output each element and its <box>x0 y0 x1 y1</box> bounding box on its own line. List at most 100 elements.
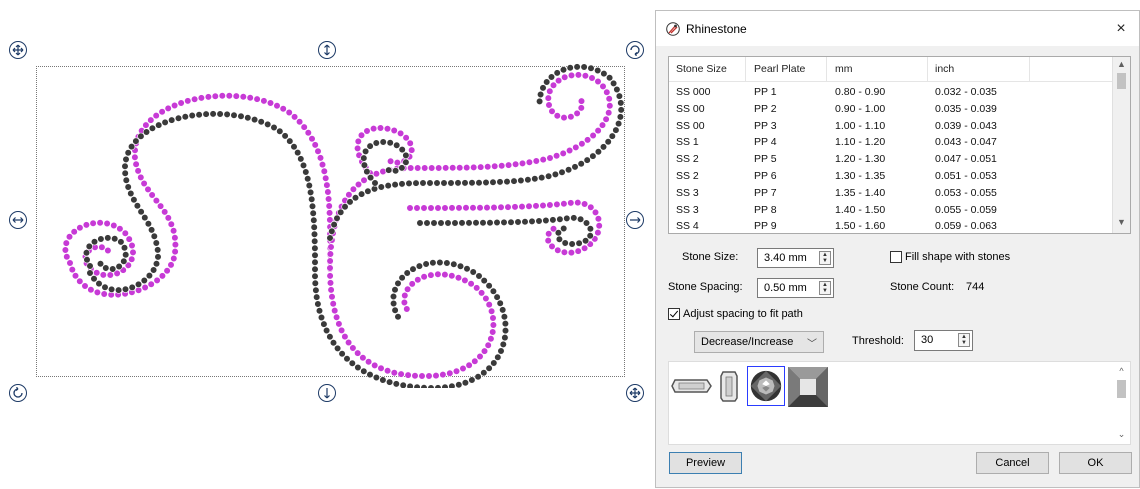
rhinestone <box>244 114 252 122</box>
rhinestone <box>164 104 172 113</box>
ok-button[interactable]: OK <box>1059 452 1132 474</box>
scroll-thumb[interactable] <box>1117 380 1126 398</box>
cancel-button[interactable]: Cancel <box>976 452 1049 474</box>
table-row[interactable]: SS 3 PP 7 1.35 - 1.40 0.053 - 0.055 <box>669 186 1114 203</box>
rotate-handle-bottom-left[interactable] <box>9 384 27 402</box>
baguette-stone-icon[interactable] <box>671 370 713 402</box>
rhinestone <box>434 204 442 212</box>
rhinestone <box>467 280 475 288</box>
rhinestone <box>429 259 437 267</box>
table-row[interactable]: SS 00 PP 2 0.90 - 1.00 0.035 - 0.039 <box>669 102 1114 119</box>
fill-shape-label[interactable]: Fill shape with stones <box>905 251 1010 263</box>
resize-handle-left[interactable] <box>9 211 27 229</box>
rotate-handle-top-right[interactable] <box>626 41 644 59</box>
adjust-spacing-checkbox[interactable] <box>668 308 680 320</box>
stone-size-value[interactable]: 3.40 mm <box>764 252 807 264</box>
spinner-arrows-icon[interactable]: ▲ ▼ <box>958 333 970 347</box>
rhinestone <box>311 244 319 252</box>
adjust-spacing-label[interactable]: Adjust spacing to fit path <box>683 308 803 320</box>
rhinestone <box>354 144 362 152</box>
table-row[interactable]: SS 1 PP 4 1.10 - 1.20 0.043 - 0.047 <box>669 135 1114 152</box>
rhinestone <box>337 208 345 216</box>
scroll-down-icon[interactable]: ▼ <box>1113 217 1130 231</box>
table-row[interactable]: SS 000 PP 1 0.80 - 0.90 0.032 - 0.035 <box>669 85 1114 102</box>
rhinestone <box>132 160 140 168</box>
rhinestone <box>484 163 492 171</box>
threshold-spinner[interactable]: 30 ▲ ▼ <box>914 330 973 351</box>
rhinestone <box>434 384 442 388</box>
stone-spacing-spinner[interactable]: 0.50 mm ▲ ▼ <box>757 278 834 298</box>
rhinestone <box>70 228 78 236</box>
square-stud-stone-icon[interactable] <box>787 366 829 408</box>
table-cell: PP 3 <box>754 119 777 132</box>
rhinestone <box>406 204 414 212</box>
rhinestone <box>455 204 463 212</box>
rhinestone <box>477 163 485 171</box>
rhinestone <box>499 340 507 349</box>
resize-handle-right[interactable] <box>626 211 644 229</box>
rhinestone <box>83 256 91 264</box>
tall-baguette-stone-icon[interactable] <box>717 370 741 402</box>
rhinestone <box>148 124 156 132</box>
move-handle-top-left[interactable] <box>9 41 27 59</box>
rhinestone <box>398 180 406 188</box>
column-header-inch[interactable]: inch <box>935 63 954 75</box>
scroll-up-icon[interactable]: ▲ <box>1113 59 1130 73</box>
rhinestone <box>521 218 529 226</box>
threshold-value[interactable]: 30 <box>921 334 933 346</box>
rhinestone <box>134 280 143 288</box>
rhinestone <box>87 286 95 294</box>
column-header-pearl-plate[interactable]: Pearl Plate <box>754 63 805 75</box>
preview-button[interactable]: Preview <box>669 452 742 474</box>
rhinestone-swirl-design[interactable] <box>30 58 630 388</box>
fill-shape-checkbox[interactable] <box>890 251 902 263</box>
rhinestone <box>561 239 569 247</box>
table-row[interactable]: SS 2 PP 5 1.20 - 1.30 0.047 - 0.051 <box>669 152 1114 169</box>
round-faceted-stone-selected[interactable] <box>747 366 785 406</box>
rhinestone <box>325 202 333 210</box>
move-handle-bottom-right[interactable] <box>626 384 644 402</box>
resize-handle-top[interactable] <box>318 41 336 59</box>
rhinestone <box>602 115 610 123</box>
table-scrollbar[interactable]: ▲ ▼ <box>1112 57 1130 233</box>
table-row[interactable]: SS 2 PP 6 1.30 - 1.35 0.051 - 0.053 <box>669 169 1114 186</box>
rhinestone <box>539 84 547 92</box>
scroll-down-icon[interactable]: ⌄ <box>1113 429 1130 440</box>
design-canvas[interactable] <box>0 0 655 489</box>
stone-spacing-value[interactable]: 0.50 mm <box>764 282 807 294</box>
rhinestone <box>459 364 467 373</box>
table-cell: 0.047 - 0.051 <box>935 153 997 166</box>
rhinestone <box>405 179 413 187</box>
rhinestone <box>348 359 356 367</box>
threshold-label: Threshold: <box>852 335 904 347</box>
rhinestone <box>587 203 595 211</box>
rhinestone <box>326 264 334 272</box>
stone-panel-scrollbar[interactable]: ^ ⌄ <box>1113 362 1130 444</box>
stone-size-table[interactable]: Stone Size Pearl Plate mm inch SS 000 PP … <box>668 56 1131 234</box>
rhinestone <box>333 313 341 321</box>
rhinestone <box>270 123 278 132</box>
stone-size-spinner[interactable]: 3.40 mm ▲ ▼ <box>757 248 834 268</box>
rhinestone <box>401 291 409 300</box>
table-row[interactable]: SS 00 PP 3 1.00 - 1.10 0.039 - 0.043 <box>669 119 1114 136</box>
stone-shape-panel[interactable]: ^ ⌄ <box>668 361 1131 445</box>
resize-vertical-icon <box>324 388 330 399</box>
rhinestone <box>161 208 169 216</box>
spinner-arrows-icon[interactable]: ▲ ▼ <box>819 281 831 295</box>
table-row[interactable]: SS 4 PP 9 1.50 - 1.60 0.059 - 0.063 <box>669 219 1114 233</box>
rhinestone <box>553 69 561 77</box>
spacing-mode-select[interactable]: Decrease/Increase ﹀ <box>694 331 824 353</box>
rhinestone <box>546 201 554 209</box>
resize-handle-bottom[interactable] <box>318 384 336 402</box>
column-header-stone-size[interactable]: Stone Size <box>676 63 727 75</box>
close-icon[interactable]: × <box>1111 19 1131 39</box>
scroll-thumb[interactable] <box>1117 73 1126 89</box>
spinner-arrows-icon[interactable]: ▲ ▼ <box>819 251 831 265</box>
dialog-titlebar[interactable]: Rhinestone × <box>656 11 1139 46</box>
rhinestone <box>551 170 560 178</box>
rhinestone <box>565 146 574 155</box>
rhinestone <box>101 283 109 291</box>
scroll-up-icon[interactable]: ^ <box>1113 366 1130 376</box>
table-row[interactable]: SS 3 PP 8 1.40 - 1.50 0.055 - 0.059 <box>669 203 1114 220</box>
column-header-mm[interactable]: mm <box>835 63 853 75</box>
